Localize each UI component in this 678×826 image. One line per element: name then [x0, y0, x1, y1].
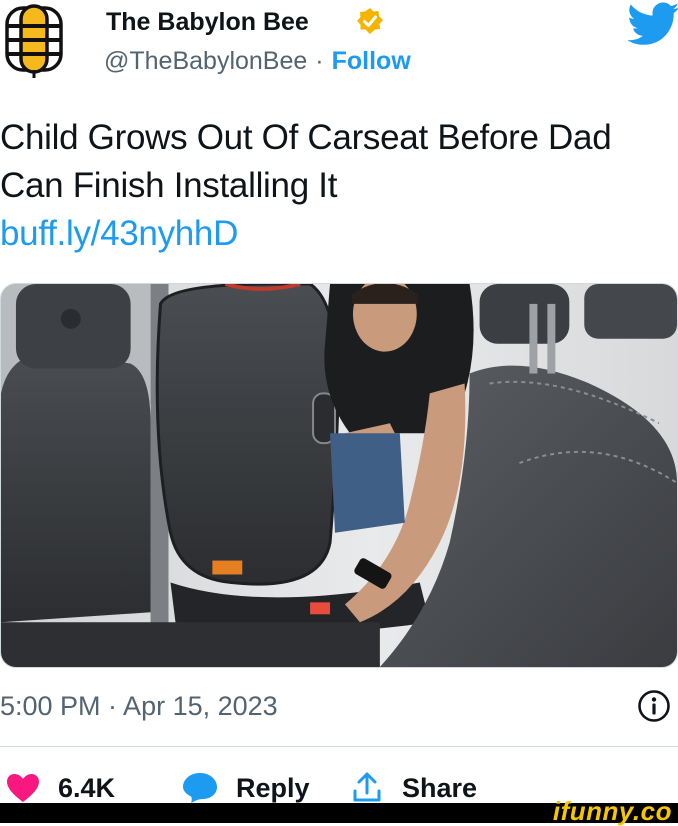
reply-button[interactable]: Reply: [182, 770, 310, 806]
like-button[interactable]: 6.4K: [6, 770, 115, 806]
bee-logo-icon[interactable]: [4, 2, 64, 78]
author-handle-row: @TheBabylonBee · Follow: [104, 44, 411, 78]
tweet-body: Child Grows Out Of Carseat Before Dad Ca…: [0, 114, 660, 258]
reply-label: Reply: [236, 773, 310, 803]
verified-badge-icon: [357, 8, 383, 34]
share-icon: [353, 772, 381, 802]
share-label: Share: [402, 773, 478, 803]
twitter-bird-icon[interactable]: [628, 2, 678, 46]
tweet-text: Child Grows Out Of Carseat Before Dad Ca…: [0, 118, 612, 205]
divider: [0, 746, 678, 747]
author-handle[interactable]: @TheBabylonBee: [104, 47, 307, 75]
tweet-link[interactable]: buff.ly/43nyhhD: [0, 210, 660, 258]
author-name[interactable]: The Babylon Bee: [106, 5, 309, 39]
separator: ·: [315, 47, 324, 75]
tweet-timestamp[interactable]: 5:00 PM · Apr 15, 2023: [0, 688, 278, 724]
follow-button[interactable]: Follow: [332, 47, 411, 75]
ifunny-watermark: ifunny.co: [552, 796, 672, 826]
info-icon[interactable]: [637, 689, 671, 723]
share-button[interactable]: Share: [350, 770, 477, 806]
reply-bubble-icon: [183, 773, 217, 803]
like-count: 6.4K: [58, 773, 116, 803]
heart-icon: [7, 774, 39, 802]
tweet-photo[interactable]: [0, 283, 678, 668]
